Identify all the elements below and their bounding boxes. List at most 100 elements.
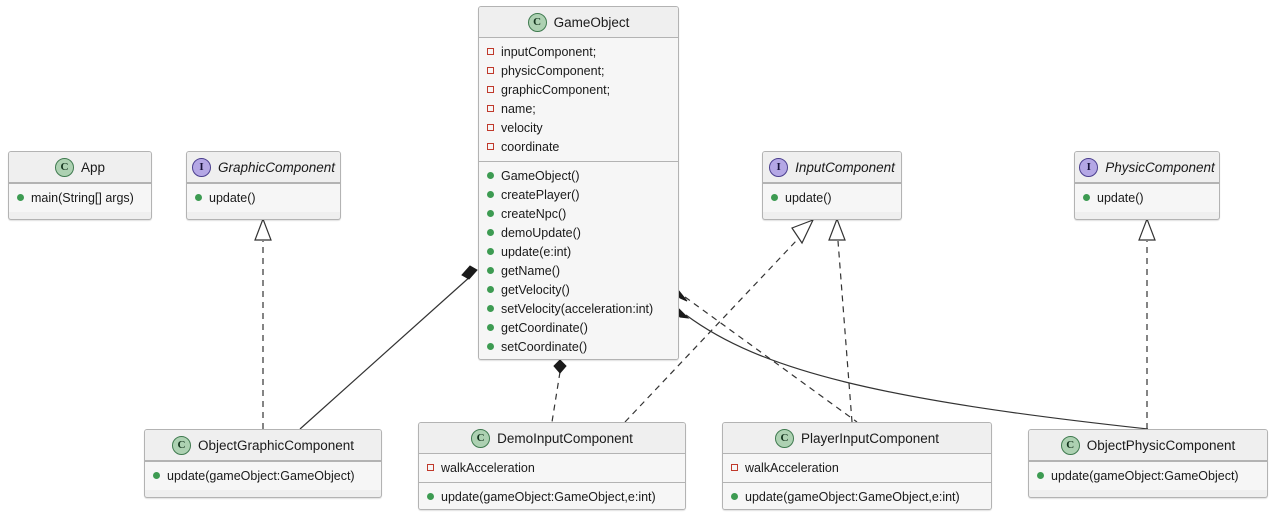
uml-interface-graphiccomponent-methods: update(): [187, 184, 340, 212]
uml-member-row: GameObject(): [479, 166, 678, 185]
public-marker-icon: [427, 493, 434, 500]
class-icon: C: [471, 428, 491, 448]
uml-member-label: velocity: [501, 120, 543, 135]
uml-interface-graphiccomponent[interactable]: I GraphicComponent update(): [186, 151, 341, 220]
uml-class-playerinputcomponent[interactable]: C PlayerInputComponent walkAcceleration …: [722, 422, 992, 510]
uml-member-row: inputComponent;: [479, 42, 678, 61]
uml-member-row: setCoordinate(): [479, 337, 678, 356]
interface-icon: I: [191, 157, 211, 177]
uml-class-demoinputcomponent-name: DemoInputComponent: [497, 430, 633, 446]
class-icon: C: [527, 12, 547, 32]
uml-class-playerinputcomponent-header: C PlayerInputComponent: [723, 423, 991, 453]
class-icon: C: [171, 435, 191, 455]
private-marker-icon: [487, 67, 494, 74]
public-marker-icon: [487, 191, 494, 198]
uml-member-label: update(): [785, 190, 832, 205]
public-marker-icon: [731, 493, 738, 500]
uml-class-app[interactable]: C App main(String[] args): [8, 151, 152, 220]
uml-interface-inputcomponent[interactable]: I InputComponent update(): [762, 151, 902, 220]
uml-member-label: graphicComponent;: [501, 82, 611, 97]
uml-member-row: physicComponent;: [479, 61, 678, 80]
public-marker-icon: [1083, 194, 1090, 201]
uml-member-label: demoUpdate(): [501, 225, 581, 240]
uml-member-row: setVelocity(acceleration:int): [479, 299, 678, 318]
uml-class-playerinputcomponent-attributes: walkAcceleration: [723, 454, 991, 482]
public-marker-icon: [17, 194, 24, 201]
uml-member-row: createPlayer(): [479, 185, 678, 204]
uml-class-objectgraphiccomponent-name: ObjectGraphicComponent: [197, 437, 355, 453]
uml-interface-inputcomponent-name: InputComponent: [795, 159, 895, 175]
uml-member-row: coordinate: [479, 137, 678, 156]
uml-class-app-header: C App: [9, 152, 151, 182]
public-marker-icon: [487, 286, 494, 293]
uml-member-label: getCoordinate(): [501, 320, 588, 335]
uml-member-row: main(String[] args): [9, 188, 151, 207]
public-marker-icon: [487, 305, 494, 312]
uml-member-label: setVelocity(acceleration:int): [501, 301, 654, 316]
uml-member-label: inputComponent;: [501, 44, 597, 59]
uml-member-row: graphicComponent;: [479, 80, 678, 99]
private-marker-icon: [487, 86, 494, 93]
uml-interface-physiccomponent[interactable]: I PhysicComponent update(): [1074, 151, 1220, 220]
uml-class-objectgraphiccomponent-methods: update(gameObject:GameObject): [145, 462, 381, 490]
public-marker-icon: [487, 343, 494, 350]
uml-member-label: update(gameObject:GameObject): [1051, 468, 1239, 483]
class-icon: C: [774, 428, 794, 448]
uml-member-row: getCoordinate(): [479, 318, 678, 337]
uml-interface-graphiccomponent-name: GraphicComponent: [217, 159, 336, 175]
uml-member-row: createNpc(): [479, 204, 678, 223]
public-marker-icon: [487, 210, 494, 217]
uml-member-row: name;: [479, 99, 678, 118]
public-marker-icon: [487, 267, 494, 274]
uml-member-row: update(gameObject:GameObject): [145, 466, 381, 485]
uml-member-label: setCoordinate(): [501, 339, 588, 354]
uml-member-label: update(gameObject:GameObject): [167, 468, 355, 483]
uml-member-label: main(String[] args): [31, 190, 134, 205]
uml-member-label: update(): [209, 190, 256, 205]
uml-member-row: update(gameObject:GameObject,e:int): [723, 487, 991, 506]
private-marker-icon: [427, 464, 434, 471]
uml-member-row: demoUpdate(): [479, 223, 678, 242]
uml-class-objectphysiccomponent-methods: update(gameObject:GameObject): [1029, 462, 1267, 490]
uml-class-demoinputcomponent[interactable]: C DemoInputComponent walkAcceleration up…: [418, 422, 686, 510]
uml-member-row: update(gameObject:GameObject): [1029, 466, 1267, 485]
uml-class-playerinputcomponent-methods: update(gameObject:GameObject,e:int): [723, 483, 991, 509]
public-marker-icon: [487, 324, 494, 331]
uml-member-label: getName(): [501, 263, 561, 278]
uml-class-demoinputcomponent-attributes: walkAcceleration: [419, 454, 685, 482]
public-marker-icon: [487, 229, 494, 236]
uml-member-label: createPlayer(): [501, 187, 580, 202]
public-marker-icon: [487, 248, 494, 255]
uml-member-label: walkAcceleration: [745, 460, 839, 475]
edge-playerinput-realizes-input: [828, 217, 853, 423]
edge-gameobject-composes-objectgraphic: [299, 265, 478, 430]
uml-member-label: update(): [1097, 190, 1144, 205]
uml-class-objectgraphiccomponent[interactable]: C ObjectGraphicComponent update(gameObje…: [144, 429, 382, 498]
uml-member-label: createNpc(): [501, 206, 567, 221]
uml-class-gameobject[interactable]: C GameObject inputComponent; physicCompo…: [478, 6, 679, 360]
edge-objectgraphic-realizes-graphic: [254, 217, 272, 429]
uml-class-objectphysiccomponent-name: ObjectPhysicComponent: [1086, 437, 1236, 453]
private-marker-icon: [487, 143, 494, 150]
public-marker-icon: [771, 194, 778, 201]
class-icon: C: [54, 157, 74, 177]
uml-interface-physiccomponent-header: I PhysicComponent: [1075, 152, 1219, 182]
uml-member-label: update(gameObject:GameObject,e:int): [441, 489, 656, 504]
uml-member-label: physicComponent;: [501, 63, 605, 78]
uml-class-objectphysiccomponent[interactable]: C ObjectPhysicComponent update(gameObjec…: [1028, 429, 1268, 498]
uml-member-row: update(e:int): [479, 242, 678, 261]
uml-member-row: walkAcceleration: [419, 458, 685, 477]
uml-interface-inputcomponent-header: I InputComponent: [763, 152, 901, 182]
uml-class-app-methods: main(String[] args): [9, 184, 151, 212]
edge-gameobject-composes-playerinput: [671, 287, 858, 423]
uml-member-row: getName(): [479, 261, 678, 280]
private-marker-icon: [487, 48, 494, 55]
interface-icon: I: [769, 157, 789, 177]
interface-icon: I: [1079, 157, 1099, 177]
uml-class-gameobject-name: GameObject: [553, 14, 630, 30]
uml-class-app-name: App: [80, 159, 106, 175]
uml-member-label: walkAcceleration: [441, 460, 535, 475]
public-marker-icon: [153, 472, 160, 479]
uml-member-label: getVelocity(): [501, 282, 570, 297]
uml-member-label: update(gameObject:GameObject,e:int): [745, 489, 960, 504]
